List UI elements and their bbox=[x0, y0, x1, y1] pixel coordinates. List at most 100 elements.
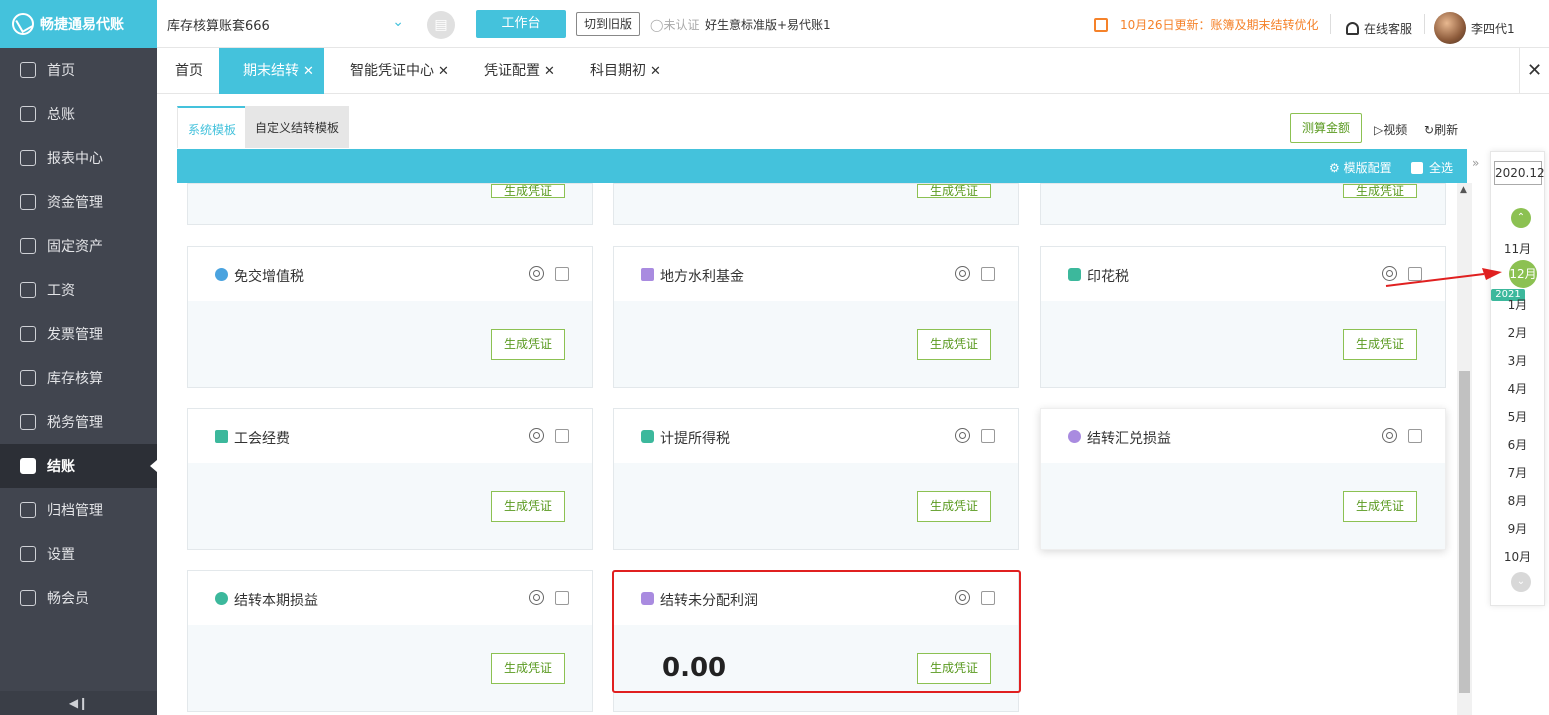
tab-system-templates[interactable]: 系统模板 bbox=[177, 106, 247, 148]
month-item-current[interactable]: 12月 bbox=[1509, 260, 1537, 288]
workbench-button[interactable]: 工作台 bbox=[476, 10, 566, 38]
sidebar-item-funds[interactable]: 资金管理 bbox=[0, 180, 157, 224]
close-icon[interactable]: ✕ bbox=[544, 64, 555, 79]
switch-old-version-button[interactable]: 切到旧版 bbox=[576, 12, 640, 36]
tab-period-end-transfer[interactable]: 期末结转 ✕ bbox=[219, 48, 324, 94]
video-label: 视频 bbox=[1383, 123, 1408, 137]
card-checkbox[interactable] bbox=[555, 429, 569, 443]
update-notice[interactable]: 10月26日更新：账簿及期末结转优化 bbox=[1094, 16, 1319, 33]
profit-loss-icon bbox=[215, 592, 228, 605]
calculate-amount-button[interactable]: 测算金额 bbox=[1290, 113, 1362, 143]
gear-icon[interactable] bbox=[1382, 428, 1397, 443]
card-header: 免交增值税 bbox=[188, 247, 592, 301]
scroll-up-icon[interactable]: ▲ bbox=[1460, 185, 1467, 195]
checkbox-icon bbox=[1411, 161, 1423, 174]
generate-voucher-button[interactable]: 生成凭证 bbox=[1343, 329, 1417, 360]
chevron-down-icon[interactable]: ⌄ bbox=[1511, 572, 1531, 592]
gear-icon[interactable] bbox=[529, 428, 544, 443]
month-item[interactable]: 9月 bbox=[1491, 520, 1544, 537]
sidebar-item-invoices[interactable]: 发票管理 bbox=[0, 312, 157, 356]
coins-icon bbox=[641, 430, 654, 443]
sidebar-item-vip[interactable]: 畅会员 bbox=[0, 576, 157, 620]
gear-icon[interactable] bbox=[529, 590, 544, 605]
template-config-label: 模版配置 bbox=[1343, 161, 1392, 175]
card-header: 工会经费 bbox=[188, 409, 592, 463]
month-item[interactable]: 6月 bbox=[1491, 436, 1544, 453]
sidebar-item-reports[interactable]: 报表中心 bbox=[0, 136, 157, 180]
close-icon[interactable]: ✕ bbox=[438, 64, 449, 79]
generate-voucher-button[interactable]: 生成凭证 bbox=[917, 184, 991, 198]
month-item[interactable]: 11月 bbox=[1491, 240, 1544, 257]
template-card: 结转本期损益 生成凭证 bbox=[187, 570, 593, 712]
generate-voucher-button[interactable]: 生成凭证 bbox=[491, 491, 565, 522]
sidebar-item-tax[interactable]: 税务管理 bbox=[0, 400, 157, 444]
sidebar-item-fixed-assets[interactable]: 固定资产 bbox=[0, 224, 157, 268]
template-card: 生成凭证 bbox=[613, 183, 1019, 225]
month-item[interactable]: 10月 bbox=[1491, 548, 1544, 565]
month-item[interactable]: 3月 bbox=[1491, 352, 1544, 369]
generate-voucher-button[interactable]: 生成凭证 bbox=[917, 329, 991, 360]
sidebar-collapse-button[interactable]: ◀❙ bbox=[0, 691, 157, 715]
sidebar-item-closing[interactable]: 结账 bbox=[0, 444, 157, 488]
sidebar-item-home[interactable]: 首页 bbox=[0, 48, 157, 92]
online-support-link[interactable]: 在线客服 bbox=[1346, 20, 1412, 37]
sidebar-item-archive[interactable]: 归档管理 bbox=[0, 488, 157, 532]
gear-icon[interactable] bbox=[529, 266, 544, 281]
close-icon[interactable]: ✕ bbox=[650, 64, 661, 79]
scrollbar-thumb[interactable] bbox=[1459, 371, 1470, 693]
generate-voucher-button[interactable]: 生成凭证 bbox=[491, 329, 565, 360]
video-link[interactable]: ▷视频 bbox=[1374, 121, 1407, 138]
month-item[interactable]: 8月 bbox=[1491, 492, 1544, 509]
generate-voucher-button[interactable]: 生成凭证 bbox=[1343, 491, 1417, 522]
close-all-tabs-icon[interactable]: ✕ bbox=[1519, 48, 1549, 94]
card-checkbox[interactable] bbox=[981, 429, 995, 443]
generate-voucher-button[interactable]: 生成凭证 bbox=[917, 491, 991, 522]
tab-home[interactable]: 首页 bbox=[167, 48, 211, 94]
gear-icon[interactable] bbox=[955, 266, 970, 281]
username[interactable]: 李四代1 bbox=[1471, 20, 1515, 37]
close-icon[interactable]: ✕ bbox=[303, 64, 314, 79]
avatar[interactable] bbox=[1434, 12, 1466, 44]
generate-voucher-button[interactable]: 生成凭证 bbox=[491, 184, 565, 198]
month-item[interactable]: 7月 bbox=[1491, 464, 1544, 481]
select-all-checkbox[interactable]: 全选 bbox=[1411, 159, 1453, 176]
generate-voucher-button[interactable]: 生成凭证 bbox=[491, 653, 565, 684]
account-set-select[interactable]: 库存核算账套666 ⌄ bbox=[160, 8, 412, 40]
card-checkbox[interactable] bbox=[555, 267, 569, 281]
closing-icon bbox=[20, 458, 36, 474]
template-config-link[interactable]: ⚙ 模版配置 bbox=[1329, 159, 1392, 176]
tab-label: 科目期初 bbox=[590, 63, 646, 79]
card-checkbox[interactable] bbox=[981, 267, 995, 281]
logo-text: 畅捷通易代账 bbox=[40, 17, 124, 33]
app-logo[interactable]: 畅捷通易代账 bbox=[0, 0, 157, 48]
tab-voucher-config[interactable]: 凭证配置 ✕ bbox=[476, 48, 563, 94]
home-icon bbox=[20, 62, 36, 78]
chevron-up-icon[interactable]: ⌃ bbox=[1511, 208, 1531, 228]
chevron-down-icon: ⌄ bbox=[392, 14, 404, 30]
sidebar-item-salary[interactable]: 工资 bbox=[0, 268, 157, 312]
month-item[interactable]: 2月 bbox=[1491, 324, 1544, 341]
month-item[interactable]: 1月 bbox=[1491, 296, 1544, 313]
sidebar-item-settings[interactable]: 设置 bbox=[0, 532, 157, 576]
tab-custom-templates[interactable]: 自定义结转模板 bbox=[245, 106, 350, 148]
card-checkbox[interactable] bbox=[1408, 429, 1422, 443]
tab-opening-balances[interactable]: 科目期初 ✕ bbox=[582, 48, 669, 94]
year-input[interactable]: 2020.12 bbox=[1494, 161, 1545, 185]
month-item[interactable]: 4月 bbox=[1491, 380, 1544, 397]
edition-label: 好生意标准版+易代账1 bbox=[705, 18, 831, 32]
card-checkbox[interactable] bbox=[555, 591, 569, 605]
template-card: 工会经费 生成凭证 bbox=[187, 408, 593, 550]
tab-label: 智能凭证中心 bbox=[350, 63, 434, 79]
ledger-icon bbox=[20, 106, 36, 122]
tab-smart-voucher-center[interactable]: 智能凭证中心 ✕ bbox=[342, 48, 457, 94]
collapse-panel-icon[interactable]: » bbox=[1472, 156, 1479, 170]
gear-icon[interactable] bbox=[955, 428, 970, 443]
scrollbar[interactable]: ▲ bbox=[1457, 183, 1472, 715]
sidebar-item-inventory[interactable]: 库存核算 bbox=[0, 356, 157, 400]
generate-voucher-button[interactable]: 生成凭证 bbox=[1343, 184, 1417, 198]
month-item[interactable]: 5月 bbox=[1491, 408, 1544, 425]
document-icon[interactable]: ▤ bbox=[427, 11, 455, 39]
unverified-badge[interactable]: ◯未认证 bbox=[650, 16, 699, 33]
refresh-link[interactable]: ↻刷新 bbox=[1424, 121, 1458, 138]
sidebar-item-ledger[interactable]: 总账 bbox=[0, 92, 157, 136]
